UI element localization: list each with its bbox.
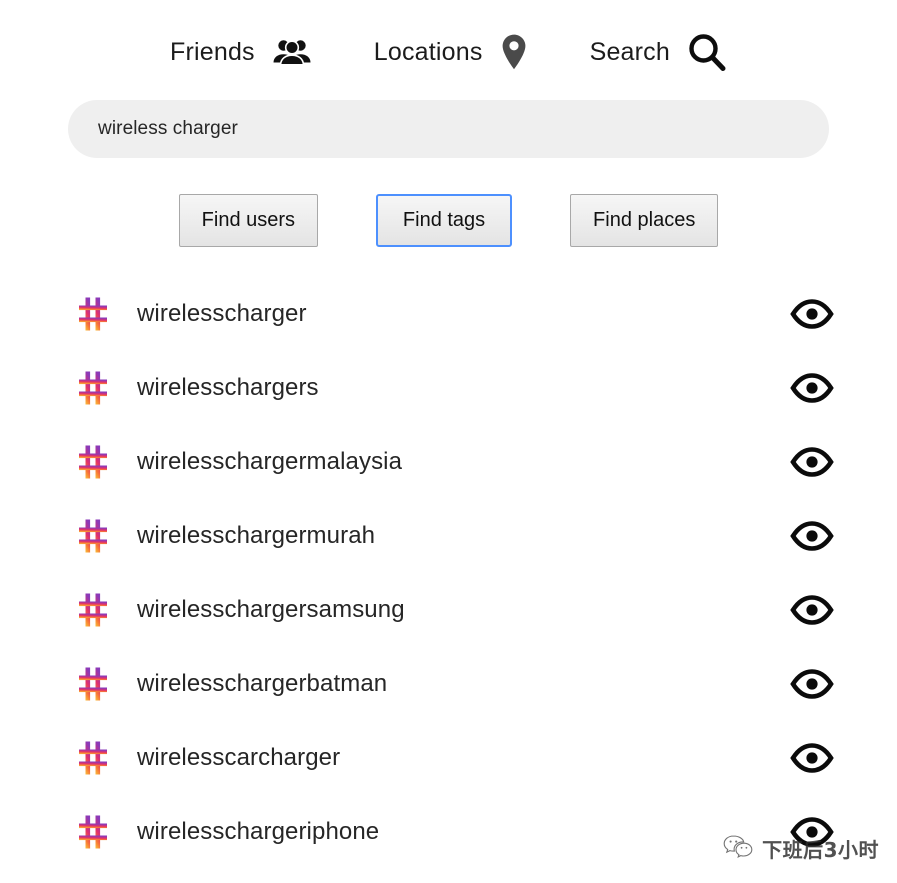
search-input-value: wireless charger <box>98 118 238 139</box>
tag-name: wirelesschargerbatman <box>137 670 388 697</box>
table-row[interactable]: wirelesschargermalaysia <box>0 425 897 499</box>
tag-results-list: wirelesscharger wirelesschargers wireles… <box>0 277 897 869</box>
hashtag-icon <box>78 741 108 775</box>
hashtag-icon <box>78 445 108 479</box>
eye-icon[interactable] <box>789 741 835 775</box>
eye-icon[interactable] <box>789 371 835 405</box>
table-row[interactable]: wirelesschargersamsung <box>0 573 897 647</box>
tag-name: wirelesschargermalaysia <box>137 448 403 475</box>
nav-item-search[interactable]: Search <box>590 32 727 72</box>
find-users-button[interactable]: Find users <box>178 194 319 247</box>
table-row[interactable]: wirelesschargers <box>0 351 897 425</box>
table-row[interactable]: wirelesschargermurah <box>0 499 897 573</box>
nav-item-locations[interactable]: Locations <box>374 33 528 71</box>
nav-label-friends: Friends <box>169 37 255 66</box>
tag-name: wirelesschargers <box>137 374 319 401</box>
eye-icon[interactable] <box>789 815 835 849</box>
find-places-button[interactable]: Find places <box>570 194 719 247</box>
tag-name: wirelesschargeriphone <box>137 818 380 845</box>
hashtag-icon <box>78 815 108 849</box>
hashtag-icon <box>78 371 108 405</box>
eye-icon[interactable] <box>789 667 835 701</box>
hashtag-icon <box>78 297 108 331</box>
hashtag-icon <box>78 667 108 701</box>
hashtag-icon <box>78 519 108 553</box>
map-pin-icon <box>500 33 528 71</box>
tag-name: wirelesschargermurah <box>137 522 376 549</box>
table-row[interactable]: wirelesscharger <box>0 277 897 351</box>
search-field-container: wireless charger <box>0 100 897 158</box>
hashtag-icon <box>78 593 108 627</box>
filter-button-group: Find users Find tags Find places <box>0 194 897 247</box>
people-group-icon <box>272 37 312 67</box>
tag-name: wirelesscharger <box>137 300 307 327</box>
eye-icon[interactable] <box>789 297 835 331</box>
table-row[interactable]: wirelesschargerbatman <box>0 647 897 721</box>
tag-name: wirelesscarcharger <box>137 744 341 771</box>
tag-name: wirelesschargersamsung <box>137 596 405 623</box>
eye-icon[interactable] <box>789 519 835 553</box>
nav-label-search: Search <box>589 37 670 66</box>
magnifier-icon <box>687 32 727 72</box>
eye-icon[interactable] <box>789 445 835 479</box>
top-navigation: Friends Locations Search <box>0 0 897 100</box>
table-row[interactable]: wirelesscarcharger <box>0 721 897 795</box>
search-input[interactable]: wireless charger <box>68 100 829 158</box>
eye-icon[interactable] <box>789 593 835 627</box>
find-tags-button[interactable]: Find tags <box>376 194 513 247</box>
table-row[interactable]: wirelesschargeriphone <box>0 795 897 869</box>
nav-label-locations: Locations <box>373 37 483 66</box>
nav-item-friends[interactable]: Friends <box>170 37 312 67</box>
